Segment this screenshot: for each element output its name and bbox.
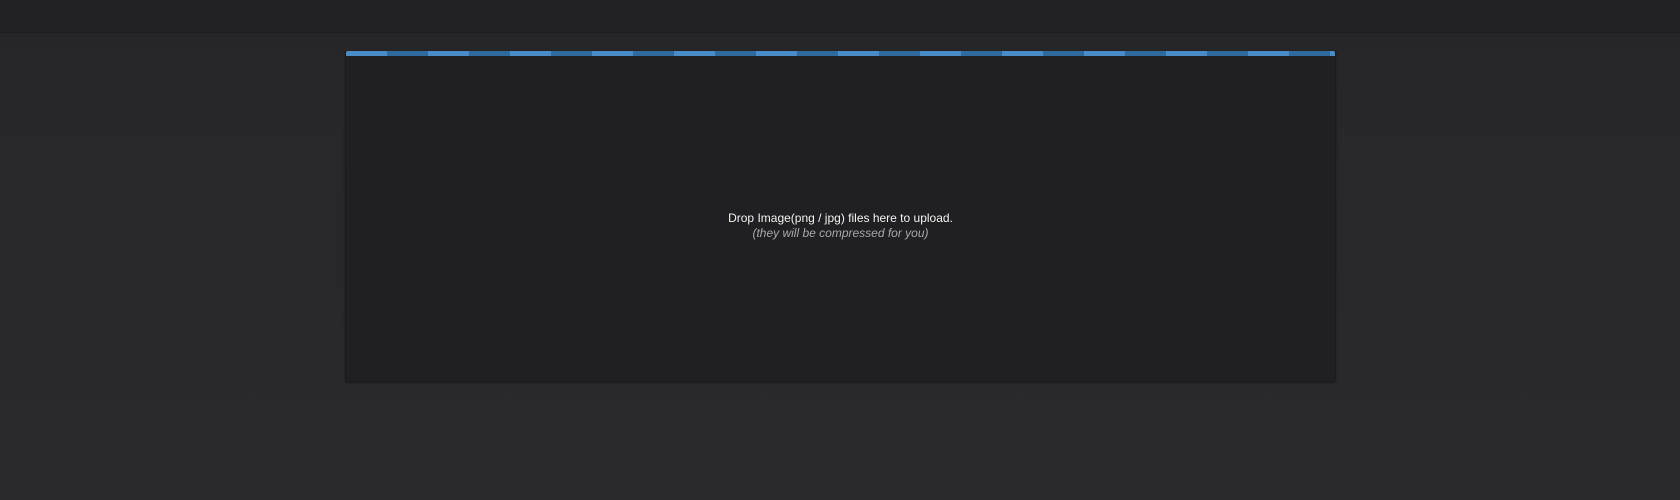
drop-hint: (they will be compressed for you) <box>752 226 929 240</box>
page: Drop Image(png / jpg) files here to uplo… <box>0 0 1680 500</box>
top-bar <box>0 0 1680 33</box>
file-drop-zone[interactable]: Drop Image(png / jpg) files here to uplo… <box>345 51 1336 382</box>
drop-message: Drop Image(png / jpg) files here to uplo… <box>728 211 953 225</box>
upload-progress-stripe <box>346 51 1335 56</box>
